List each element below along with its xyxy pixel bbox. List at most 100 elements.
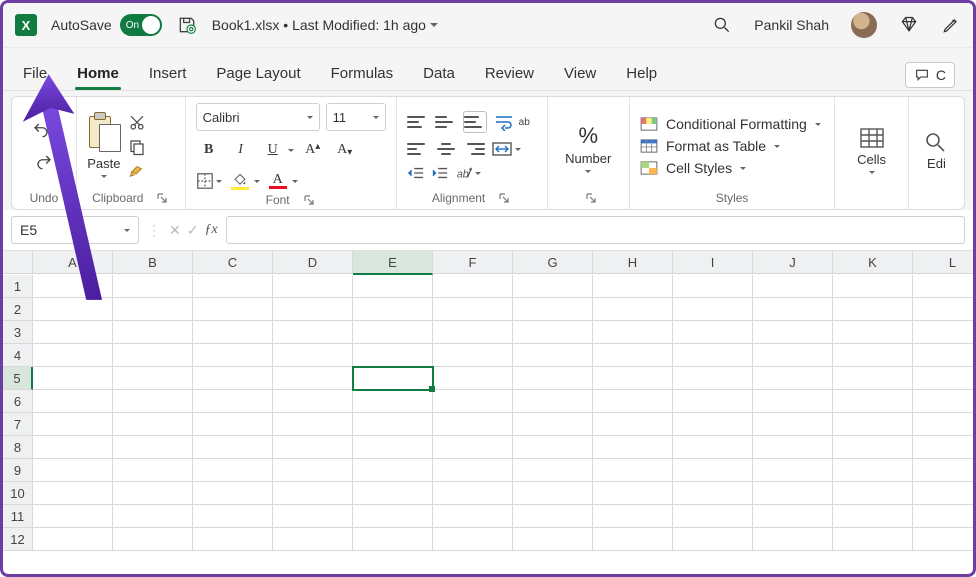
cell[interactable] bbox=[673, 298, 753, 321]
cell[interactable] bbox=[113, 505, 193, 528]
row-header[interactable]: 9 bbox=[3, 459, 33, 482]
cell[interactable] bbox=[433, 367, 513, 390]
copy-button[interactable] bbox=[127, 138, 147, 156]
cell[interactable] bbox=[33, 275, 113, 298]
tab-home[interactable]: Home bbox=[75, 59, 121, 88]
cell[interactable] bbox=[193, 390, 273, 413]
increase-indent-button[interactable] bbox=[431, 165, 449, 181]
cell[interactable] bbox=[353, 436, 433, 459]
cell[interactable] bbox=[593, 459, 673, 482]
paste-button[interactable]: Paste bbox=[87, 112, 121, 179]
undo-button[interactable] bbox=[30, 119, 58, 141]
cell[interactable] bbox=[913, 344, 973, 367]
underline-button[interactable]: U bbox=[260, 137, 294, 163]
row-header[interactable]: 5 bbox=[3, 367, 33, 390]
orientation-button[interactable]: ab bbox=[455, 165, 481, 181]
cell[interactable] bbox=[753, 298, 833, 321]
align-bottom-button[interactable] bbox=[463, 111, 487, 133]
cell[interactable] bbox=[833, 390, 913, 413]
cell[interactable] bbox=[753, 459, 833, 482]
row-header[interactable]: 3 bbox=[3, 321, 33, 344]
tab-data[interactable]: Data bbox=[421, 59, 457, 88]
fill-color-button[interactable] bbox=[228, 169, 260, 193]
cell[interactable] bbox=[753, 413, 833, 436]
cell[interactable] bbox=[33, 367, 113, 390]
cell[interactable] bbox=[273, 528, 353, 551]
cell[interactable] bbox=[33, 390, 113, 413]
cell-styles-button[interactable]: Cell Styles bbox=[640, 160, 824, 176]
cell[interactable] bbox=[273, 482, 353, 505]
column-header[interactable]: I bbox=[673, 251, 753, 274]
cut-button[interactable] bbox=[127, 114, 147, 132]
align-middle-button[interactable] bbox=[435, 112, 457, 132]
account-avatar[interactable] bbox=[851, 12, 877, 38]
tab-view[interactable]: View bbox=[562, 59, 598, 88]
conditional-formatting-button[interactable]: Conditional Formatting bbox=[640, 116, 824, 132]
merge-center-button[interactable] bbox=[491, 140, 521, 158]
editing-button[interactable]: Edi bbox=[923, 122, 949, 171]
tab-file[interactable]: File bbox=[21, 59, 49, 88]
cell[interactable] bbox=[593, 505, 673, 528]
cell[interactable] bbox=[33, 528, 113, 551]
cell[interactable] bbox=[513, 459, 593, 482]
cell[interactable] bbox=[273, 459, 353, 482]
cell[interactable] bbox=[113, 436, 193, 459]
cell[interactable] bbox=[353, 344, 433, 367]
search-icon[interactable] bbox=[712, 15, 732, 35]
tab-insert[interactable]: Insert bbox=[147, 59, 189, 88]
cell[interactable] bbox=[353, 298, 433, 321]
cell[interactable] bbox=[433, 275, 513, 298]
column-header[interactable]: L bbox=[913, 251, 973, 274]
cell[interactable] bbox=[913, 367, 973, 390]
cell[interactable] bbox=[833, 528, 913, 551]
cell[interactable] bbox=[273, 298, 353, 321]
cell[interactable] bbox=[273, 436, 353, 459]
tab-review[interactable]: Review bbox=[483, 59, 536, 88]
cell[interactable] bbox=[913, 390, 973, 413]
cell[interactable] bbox=[113, 344, 193, 367]
autosave-control[interactable]: AutoSave On bbox=[51, 14, 162, 36]
cell[interactable] bbox=[673, 528, 753, 551]
cell[interactable] bbox=[33, 413, 113, 436]
bold-button[interactable]: B bbox=[196, 137, 222, 163]
cell[interactable] bbox=[353, 528, 433, 551]
cell[interactable] bbox=[193, 298, 273, 321]
align-left-button[interactable] bbox=[407, 139, 429, 159]
cell[interactable] bbox=[433, 344, 513, 367]
cell[interactable] bbox=[593, 298, 673, 321]
cell[interactable] bbox=[673, 459, 753, 482]
format-as-table-button[interactable]: Format as Table bbox=[640, 138, 824, 154]
column-header[interactable]: G bbox=[513, 251, 593, 274]
cell[interactable] bbox=[513, 528, 593, 551]
cell[interactable] bbox=[33, 321, 113, 344]
cell[interactable] bbox=[113, 459, 193, 482]
wrap-text-button[interactable]: ab bbox=[493, 113, 530, 131]
column-header[interactable]: D bbox=[273, 251, 353, 274]
cell[interactable] bbox=[593, 390, 673, 413]
align-top-button[interactable] bbox=[407, 112, 429, 132]
cell[interactable] bbox=[513, 344, 593, 367]
account-name[interactable]: Pankil Shah bbox=[754, 17, 829, 33]
cell[interactable] bbox=[913, 275, 973, 298]
cell[interactable] bbox=[833, 459, 913, 482]
cell[interactable] bbox=[193, 413, 273, 436]
cells-button[interactable]: Cells bbox=[857, 118, 886, 175]
row-header[interactable]: 2 bbox=[3, 298, 33, 321]
cell[interactable] bbox=[513, 505, 593, 528]
cell[interactable] bbox=[33, 459, 113, 482]
cell[interactable] bbox=[593, 321, 673, 344]
enter-formula-button[interactable]: ✓ bbox=[187, 222, 199, 239]
cell[interactable] bbox=[433, 482, 513, 505]
align-right-button[interactable] bbox=[463, 139, 485, 159]
cell[interactable] bbox=[193, 275, 273, 298]
cell[interactable] bbox=[513, 275, 593, 298]
cell[interactable] bbox=[913, 505, 973, 528]
cell[interactable] bbox=[593, 367, 673, 390]
tab-formulas[interactable]: Formulas bbox=[329, 59, 396, 88]
cell[interactable] bbox=[833, 367, 913, 390]
cell[interactable] bbox=[33, 298, 113, 321]
cell[interactable] bbox=[33, 344, 113, 367]
cell[interactable] bbox=[353, 482, 433, 505]
select-all-corner[interactable] bbox=[3, 251, 33, 274]
cell[interactable] bbox=[273, 367, 353, 390]
